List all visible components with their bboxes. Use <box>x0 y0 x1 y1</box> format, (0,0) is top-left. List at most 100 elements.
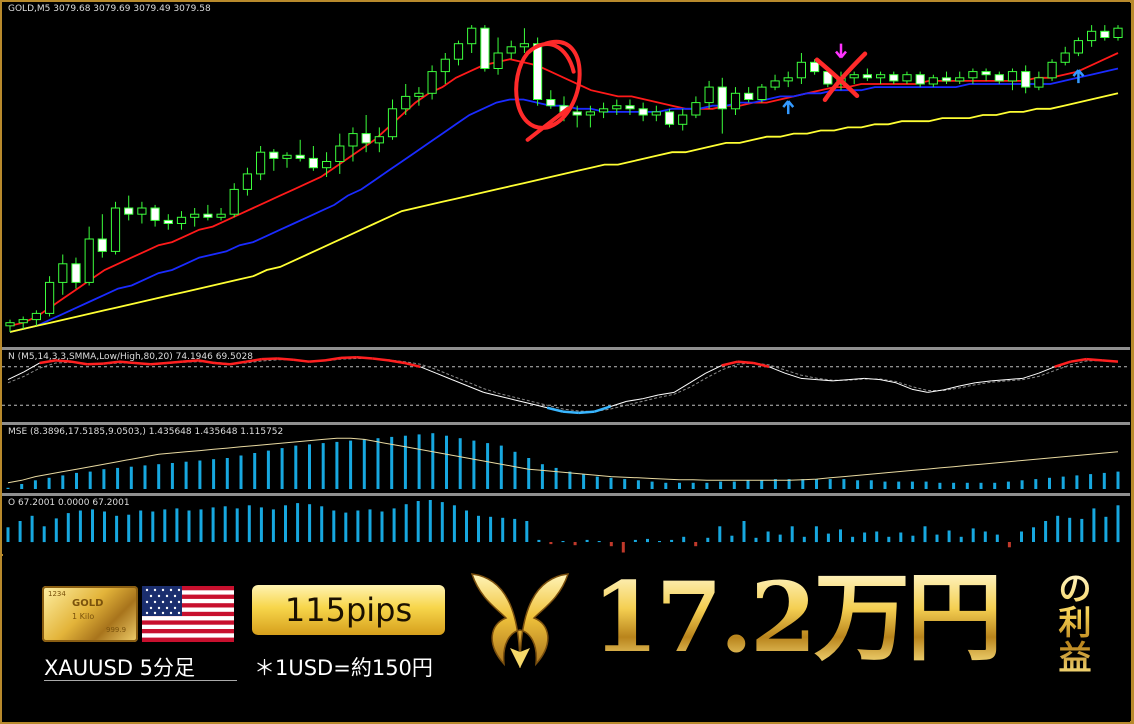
mse-pane[interactable]: MSE (8.3896,17.5185,9.0503,) 1.435648 1.… <box>2 425 1130 493</box>
gold-bar-serial: 1234 <box>48 590 66 598</box>
candle-body <box>480 27 490 69</box>
stochastic-main-segment <box>261 357 278 361</box>
oscillator-bar <box>1116 505 1120 543</box>
mse-bar <box>568 471 572 489</box>
stochastic-main-segment <box>324 356 342 362</box>
oscillator-bar <box>356 510 360 542</box>
oscillator-bar <box>826 533 830 542</box>
candle-body <box>348 133 358 147</box>
candle-body <box>519 43 529 48</box>
stochastic-main-segment <box>705 365 722 374</box>
stochastic-main-segment <box>229 360 247 366</box>
oscillator-bar <box>790 526 794 543</box>
candle-body <box>717 86 727 110</box>
stochastic-main-segment <box>1102 359 1119 363</box>
candle-body <box>414 92 424 97</box>
candle-body <box>849 74 859 79</box>
oscillator-bar <box>597 541 601 543</box>
oscillator-bar <box>718 526 722 543</box>
stochastic-main-segment <box>435 372 453 381</box>
oscillator-bar <box>1007 542 1011 548</box>
oscillator-bar <box>670 539 674 542</box>
oscillator-bar <box>440 502 444 542</box>
stochastic-pane[interactable]: N (M5,14,3,3,SMMA,Low/High,80,20) 74.194… <box>2 350 1130 422</box>
oscillator-bar <box>175 508 179 542</box>
candle-body <box>1087 30 1097 42</box>
oscillator-pane[interactable]: O 67.2001 0.0000 67.2001 <box>2 496 1130 554</box>
candle-body <box>546 99 556 107</box>
stochastic-main-segment <box>7 371 25 381</box>
oscillator-bar <box>983 531 987 542</box>
candle-body <box>361 133 371 144</box>
candle-body <box>796 61 806 79</box>
mse-bar <box>1089 474 1093 489</box>
mse-bar <box>458 438 462 489</box>
stochastic-main-segment <box>483 391 500 397</box>
candle-body <box>1073 40 1084 54</box>
candle-body <box>955 77 965 82</box>
candle-body <box>599 108 609 113</box>
oscillator-bar <box>947 530 951 543</box>
stochastic-main-segment <box>309 359 326 363</box>
candle-body <box>387 108 398 138</box>
mse-bar <box>993 482 997 489</box>
oscillator-bar <box>585 539 589 542</box>
oscillator-bar <box>392 508 396 542</box>
candle-body <box>374 136 384 144</box>
candle-body <box>242 173 253 190</box>
oscillator-bar <box>694 542 698 547</box>
oscillator-bar <box>851 536 855 543</box>
candle-body <box>981 71 991 76</box>
candle-body <box>216 213 226 218</box>
moving-average-line-1 <box>9 52 1119 327</box>
price-chart-pane[interactable]: GOLD,M5 3079.68 3079.69 3079.49 3079.58 <box>2 2 1130 347</box>
oscillator-bar <box>404 504 408 542</box>
mse-bar <box>1061 476 1065 489</box>
profit-suffix-no: の <box>1058 569 1092 608</box>
oscillator-bar <box>1068 517 1072 542</box>
mse-bar <box>239 455 243 489</box>
oscillator-bar <box>778 534 782 542</box>
oscillator-bar <box>814 526 818 543</box>
oscillator-bar <box>1092 508 1096 542</box>
mse-bar <box>1075 475 1079 489</box>
candle-body <box>58 263 68 283</box>
oscillator-bar <box>971 528 975 543</box>
mse-bar <box>1020 480 1024 489</box>
candle-body <box>493 52 503 69</box>
candle-body <box>889 74 899 82</box>
candle-body <box>150 207 160 221</box>
profit-suffix-ri: 利 <box>1058 603 1092 643</box>
mse-bar <box>883 481 887 489</box>
oscillator-bar <box>549 542 553 545</box>
candle-body <box>1100 30 1110 38</box>
price-chart-svg <box>5 25 1123 333</box>
mse-bar <box>910 481 914 489</box>
mse-bar <box>308 444 311 489</box>
oscillator-bar <box>573 542 577 546</box>
stochastic-main-segment <box>1086 357 1103 362</box>
mse-bar <box>801 479 805 489</box>
mse-bar <box>33 480 37 489</box>
oscillator-bar <box>187 510 191 542</box>
oscillator-bar <box>489 516 493 542</box>
oscillator-bar <box>875 531 879 542</box>
candle-body <box>506 46 516 54</box>
candle-body <box>533 43 543 100</box>
candle-body <box>176 216 187 225</box>
mse-bar <box>527 458 531 489</box>
candle-body <box>730 92 741 110</box>
candle-body <box>110 207 121 252</box>
gold-bar-icon: 1234 GOLD 1 Kilo 999.9 <box>42 586 138 642</box>
oscillator-bar <box>115 515 119 543</box>
mse-bar <box>362 439 366 489</box>
mse-bar <box>376 438 380 489</box>
oscillator-bar <box>742 521 746 542</box>
candle-body <box>1007 71 1018 82</box>
oscillator-title: O 67.2001 0.0000 67.2001 <box>8 498 130 508</box>
stochastic-main-segment <box>1006 377 1023 381</box>
price-chart-title: GOLD,M5 3079.68 3079.69 3079.49 3079.58 <box>8 4 211 14</box>
stochastic-main-segment <box>546 406 564 413</box>
stochastic-main-segment <box>150 361 167 366</box>
oscillator-bar <box>30 515 34 543</box>
